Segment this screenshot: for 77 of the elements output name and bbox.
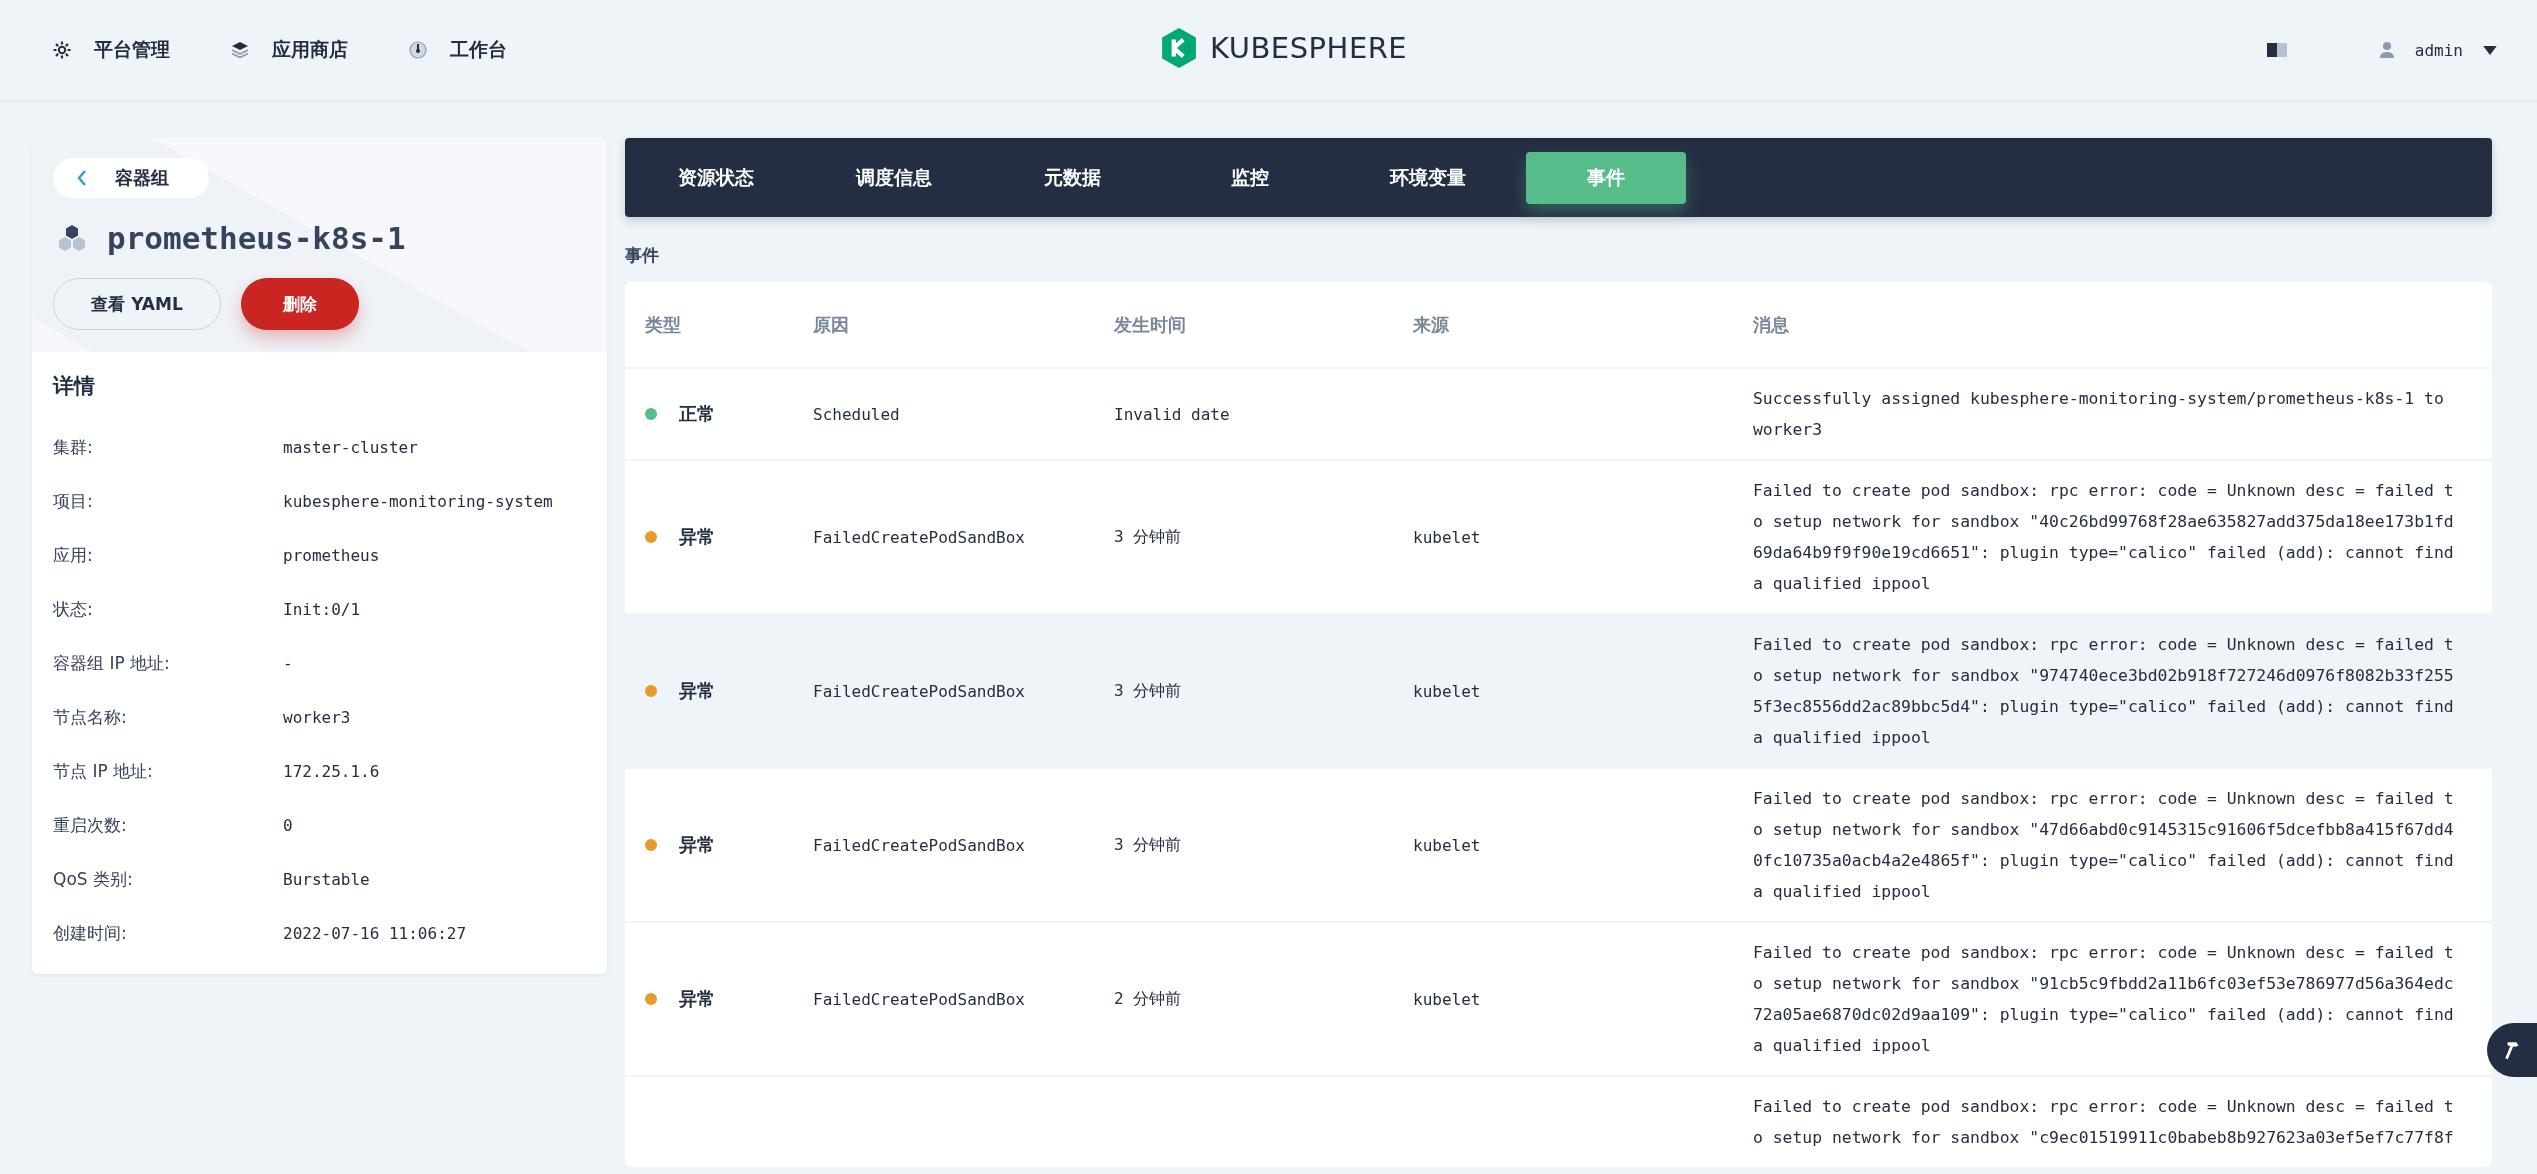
user-icon [2378,40,2395,60]
delete-button[interactable]: 删除 [241,278,359,330]
back-button[interactable]: 容器组 [53,158,209,198]
detail-label: 重启次数: [53,813,128,837]
detail-label: 集群: [53,435,94,459]
detail-value: 0 [283,815,293,835]
event-reason: FailedCreatePodSandBox [813,989,1025,1009]
detail-label: 容器组 IP 地址: [53,651,171,675]
column-header: 发生时间 [1114,312,1187,337]
event-message: Failed to create pod sandbox: rpc error: code = Unknown desc = failed to setup network for sandbox "974740ece3bd02b918f727246d0976f8082b33f2555f3ec8556dd2ac89bbc5d4": plugin type="calico" failed (add): cannot find a qualified ippool [1753,634,2454,749]
nav-link[interactable]: 平台管理 [52,37,170,63]
event-source: kubelet [1413,681,1481,701]
detail-label: 状态: [53,597,94,621]
event-message: Successfully assigned kubesphere-monitoring-system/prometheus-k8s-1 to worker3 [1753,388,2445,441]
event-message: Failed to create pod sandbox: rpc error: code = Unknown desc = failed to setup network for sandbox "91cb5c9fbdd2a11b6fc03ef53e786977d56a364edc72a05ae6870dc02d9aa109": plugin type="calico" failed (add): cannot find a qualified ippool [1753,942,2454,1057]
nav-link[interactable]: 应用商店 [230,37,348,63]
column-header: 原因 [813,312,850,337]
detail-label: 节点名称: [53,705,128,729]
nav-link[interactable]: 工作台 [408,37,507,63]
detail-value: Burstable [283,869,370,889]
section-title: 事件 [625,244,660,267]
event-time: 3 分钟前 [1114,526,1182,548]
event-type: 异常 [679,679,715,703]
event-source: kubelet [1413,835,1481,855]
book-icon[interactable] [2264,42,2289,58]
logo-icon [1160,26,1198,70]
event-type: 异常 [679,833,715,857]
tab[interactable]: 环境变量 [1348,151,1508,204]
event-message: Failed to create pod sandbox: rpc error: code = Unknown desc = failed to setup network for sandbox "c9ec01519911c0babeb8b927623a03ef5ef7c77f8f [1753,1096,2454,1149]
detail-label: 项目: [53,489,94,513]
tool-button[interactable] [2487,1023,2537,1077]
detail-label: 应用: [53,543,94,567]
logo-text: KUBESPHERE [1210,31,1408,65]
detail-label: QoS 类别: [53,867,134,891]
event-reason: FailedCreatePodSandBox [813,527,1025,547]
event-time: 3 分钟前 [1114,680,1182,702]
dashboard-icon [408,40,428,60]
tab[interactable]: 监控 [1170,151,1330,204]
column-header: 类型 [644,312,682,337]
event-type: 异常 [679,987,715,1011]
tab[interactable]: 资源状态 [636,151,796,204]
detail-value: master-cluster [283,437,418,457]
tab[interactable]: 调度信息 [814,151,974,204]
detail-label: 创建时间: [53,921,128,945]
detail-value: kubesphere-monitoring-system [283,491,553,511]
event-time: 3 分钟前 [1114,834,1182,856]
detail-value: Init:0/1 [283,599,361,619]
detail-value: - [283,653,293,673]
event-type: 异常 [679,525,715,549]
hexagons-icon [57,224,87,252]
pod-name: prometheus-k8s-1 [107,220,406,256]
column-header: 消息 [1753,312,1790,337]
caret-icon [2483,45,2497,55]
tab[interactable]: 元数据 [992,151,1152,204]
event-message: Failed to create pod sandbox: rpc error: code = Unknown desc = failed to setup network for sandbox "40c26bd99768f28ae635827add375da18ee173b1fd69da64b9f9f90e19cd6651": plugin type="calico" failed (add): cannot find a qualified ippool [1753,480,2454,595]
event-message: Failed to create pod sandbox: rpc error: code = Unknown desc = failed to setup network for sandbox "47d66abd0c9145315c91606f5dcefbb8a415f67dd40fc10735a0acb4a2e4865f": plugin type="calico" failed (add): cannot find a qualified ippool [1753,788,2454,903]
detail-label: 节点 IP 地址: [53,759,154,783]
event-time: 2 分钟前 [1114,988,1182,1010]
event-reason: FailedCreatePodSandBox [813,681,1025,701]
detail-value: 172.25.1.6 [283,761,380,781]
chevron-left-icon [77,170,87,186]
event-source: kubelet [1413,527,1481,547]
view-yaml-button[interactable]: 查看 YAML [53,278,221,330]
logo[interactable]: KUBESPHERE [1160,26,1408,70]
detail-value: worker3 [283,707,351,727]
event-source: kubelet [1413,989,1481,1009]
settings-icon [52,40,72,60]
event-time: Invalid date [1114,404,1230,424]
layers-icon [230,40,250,60]
detail-value: prometheus [283,545,380,565]
event-type: 正常 [679,402,715,426]
user-menu[interactable]: admin [2378,40,2497,60]
detail-value: 2022-07-16 11:06:27 [283,923,467,943]
column-header: 来源 [1413,312,1450,337]
event-reason: FailedCreatePodSandBox [813,835,1025,855]
section-title: 详情 [53,373,96,400]
event-reason: Scheduled [813,404,900,424]
